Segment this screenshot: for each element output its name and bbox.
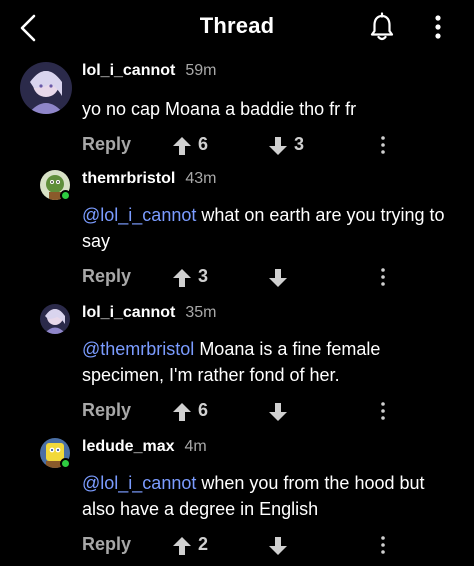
- comment-item: themrbristol 43m @lol_i_cannot what on ea…: [0, 170, 474, 304]
- timestamp: 43m: [185, 170, 217, 187]
- more-options-button[interactable]: [428, 12, 448, 44]
- upvote-arrow-icon[interactable]: [172, 402, 192, 422]
- reply-button[interactable]: Reply: [82, 534, 131, 555]
- reply-button[interactable]: Reply: [82, 266, 131, 287]
- online-status-indicator: [60, 190, 71, 201]
- vertical-ellipsis-icon[interactable]: [376, 134, 390, 156]
- upvote-count: 3: [198, 266, 209, 286]
- timestamp: 4m: [184, 438, 207, 455]
- page-title: Thread: [199, 13, 275, 38]
- vertical-ellipsis-icon[interactable]: [376, 266, 390, 288]
- downvote-count: 3: [294, 134, 305, 154]
- anime-girl-avatar-icon: [40, 304, 70, 334]
- comment-meta: ledude_max 4m: [82, 438, 207, 456]
- anime-girl-avatar-icon: [20, 62, 72, 114]
- reply-button[interactable]: Reply: [82, 400, 131, 421]
- upvote-arrow-icon[interactable]: [172, 536, 192, 556]
- comment-text: @themrbristol Moana is a fine female spe…: [82, 336, 452, 388]
- comment-actions: Reply 2: [82, 534, 402, 564]
- avatar[interactable]: [40, 304, 70, 334]
- reply-button[interactable]: Reply: [82, 134, 131, 155]
- vertical-ellipsis-icon: [435, 15, 441, 39]
- mention-link[interactable]: @themrbristol: [82, 339, 194, 359]
- online-status-indicator: [60, 458, 71, 469]
- username[interactable]: themrbristol: [82, 170, 175, 187]
- username[interactable]: lol_i_cannot: [82, 62, 175, 79]
- comment-text: @lol_i_cannot what on earth are you tryi…: [82, 202, 452, 254]
- timestamp: 59m: [185, 62, 217, 79]
- upvote-count: 6: [198, 400, 209, 420]
- notifications-button[interactable]: [368, 12, 396, 44]
- header-bar: Thread: [0, 0, 474, 56]
- upvote-arrow-icon[interactable]: [172, 268, 192, 288]
- username[interactable]: lol_i_cannot: [82, 304, 175, 321]
- upvote-count: 6: [198, 134, 209, 154]
- comment-item: ledude_max 4m @lol_i_cannot when you from…: [0, 438, 474, 566]
- vertical-ellipsis-icon[interactable]: [376, 534, 390, 556]
- downvote-arrow-icon[interactable]: [268, 536, 288, 556]
- downvote-arrow-icon[interactable]: [268, 268, 288, 288]
- timestamp: 35m: [185, 304, 217, 321]
- vertical-ellipsis-icon[interactable]: [376, 400, 390, 422]
- comment-item: lol_i_cannot 35m @themrbristol Moana is a…: [0, 304, 474, 438]
- upvote-count: 2: [198, 534, 209, 554]
- comment-actions: Reply 6: [82, 400, 402, 430]
- downvote-arrow-icon[interactable]: [268, 136, 288, 156]
- comment-meta: themrbristol 43m: [82, 170, 216, 188]
- comment-text: @lol_i_cannot when you from the hood but…: [82, 470, 452, 522]
- mention-link[interactable]: @lol_i_cannot: [82, 473, 196, 493]
- comment-actions: Reply 6 3: [82, 134, 402, 164]
- downvote-arrow-icon[interactable]: [268, 402, 288, 422]
- comment-actions: Reply 3: [82, 266, 402, 296]
- bell-icon: [370, 12, 394, 41]
- avatar[interactable]: [20, 62, 72, 114]
- mention-link[interactable]: @lol_i_cannot: [82, 205, 196, 225]
- comment-meta: lol_i_cannot 59m: [82, 62, 216, 80]
- username[interactable]: ledude_max: [82, 438, 174, 455]
- upvote-arrow-icon[interactable]: [172, 136, 192, 156]
- comment-meta: lol_i_cannot 35m: [82, 304, 216, 322]
- comment-body: yo no cap Moana a baddie tho fr fr: [82, 99, 357, 119]
- comment-text: yo no cap Moana a baddie tho fr fr: [82, 96, 452, 122]
